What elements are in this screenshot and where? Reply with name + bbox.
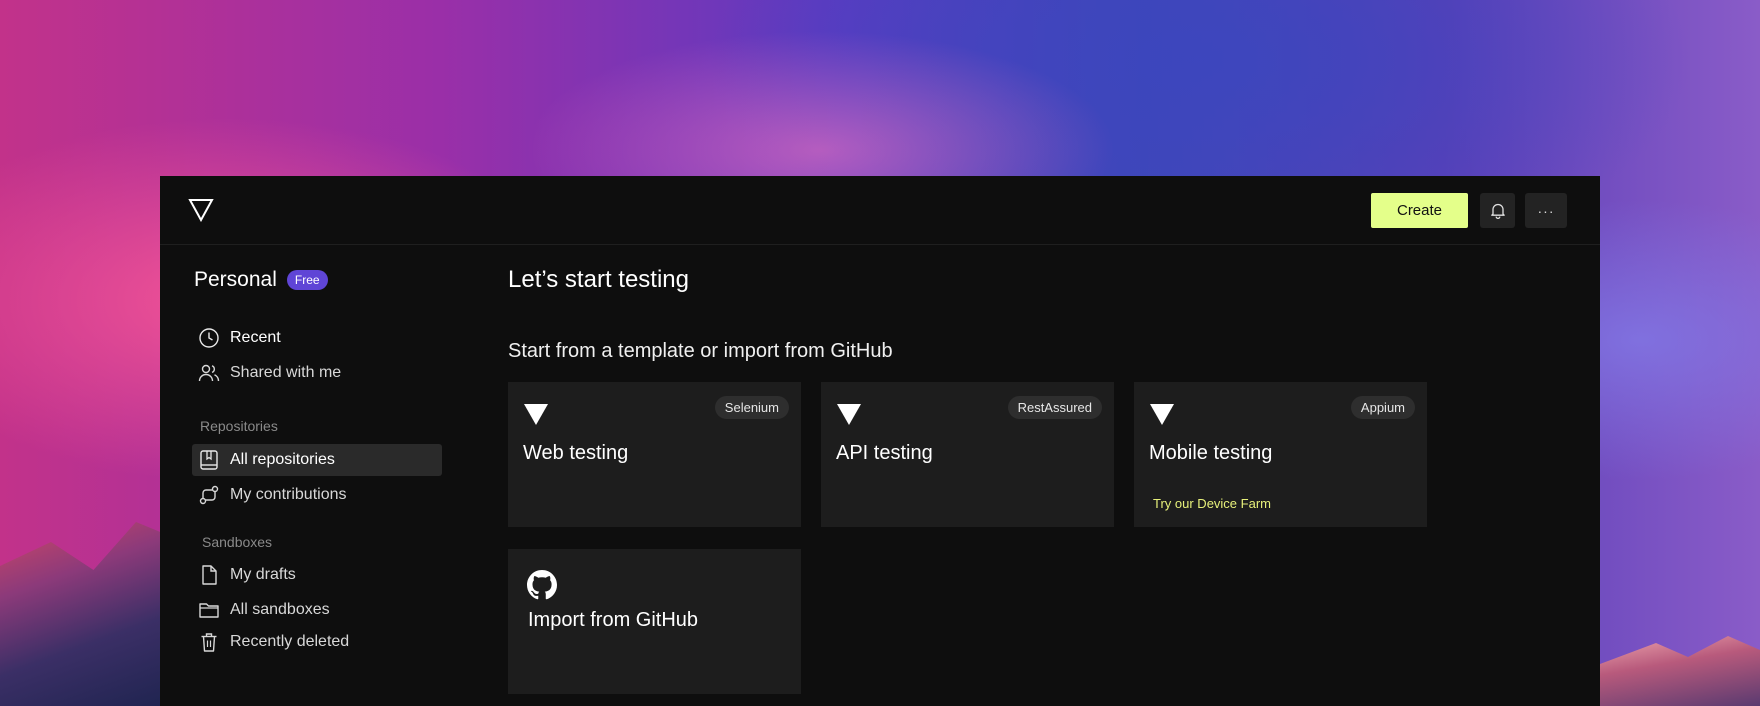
app-window: Create ··· Personal Free Recent Shared w… bbox=[160, 176, 1600, 706]
sidebar-item-recently-deleted[interactable]: Recently deleted bbox=[192, 626, 442, 658]
git-branch-icon bbox=[198, 484, 220, 506]
card-title: Web testing bbox=[523, 442, 629, 464]
sidebar-item-my-contributions[interactable]: My contributions bbox=[192, 479, 442, 511]
sidebar-item-label: All sandboxes bbox=[230, 601, 330, 618]
users-icon bbox=[198, 362, 220, 384]
file-icon bbox=[198, 564, 220, 586]
section-subtitle: Start from a template or import from Git… bbox=[508, 340, 893, 362]
triangle-logo-icon bbox=[524, 404, 548, 425]
wallpaper-mountain bbox=[1600, 636, 1760, 706]
section-label-sandboxes: Sandboxes bbox=[202, 534, 273, 550]
create-button[interactable]: Create bbox=[1371, 193, 1468, 228]
top-bar: Create ··· bbox=[160, 176, 1600, 245]
more-options-button[interactable]: ··· bbox=[1525, 193, 1567, 228]
triangle-logo-icon bbox=[837, 404, 861, 425]
framework-tag: Selenium bbox=[714, 396, 789, 419]
trash-icon bbox=[198, 631, 220, 653]
folder-icon bbox=[198, 599, 220, 621]
workspace-name: Personal bbox=[194, 268, 277, 291]
card-title: Mobile testing bbox=[1149, 442, 1273, 464]
sidebar-item-all-sandboxes[interactable]: All sandboxes bbox=[192, 594, 442, 626]
sidebar-item-label: All repositories bbox=[230, 451, 335, 468]
framework-tag: RestAssured bbox=[1007, 396, 1102, 419]
sidebar-item-label: Recently deleted bbox=[230, 633, 350, 650]
card-title: API testing bbox=[836, 442, 933, 464]
book-icon bbox=[198, 449, 220, 471]
sidebar-item-all-repositories[interactable]: All repositories bbox=[192, 444, 442, 476]
sidebar-item-label: My contributions bbox=[230, 486, 347, 503]
github-icon bbox=[527, 570, 557, 600]
template-card-mobile-testing[interactable]: Appium Mobile testing Try our Device Far… bbox=[1134, 382, 1427, 527]
notifications-button[interactable] bbox=[1480, 193, 1515, 228]
sidebar-item-shared[interactable]: Shared with me bbox=[192, 357, 442, 389]
device-farm-link[interactable]: Try our Device Farm bbox=[1153, 496, 1271, 511]
plan-badge: Free bbox=[286, 270, 328, 290]
section-label-repositories: Repositories bbox=[200, 418, 278, 434]
sidebar-item-label: My drafts bbox=[230, 566, 296, 583]
card-title: Import from GitHub bbox=[528, 609, 699, 631]
wallpaper-mountain bbox=[0, 522, 170, 706]
page-title: Let’s start testing bbox=[508, 266, 689, 293]
app-logo-icon[interactable] bbox=[188, 198, 214, 222]
bell-icon bbox=[1490, 203, 1505, 219]
template-card-api-testing[interactable]: RestAssured API testing bbox=[821, 382, 1114, 527]
sidebar-item-label: Shared with me bbox=[230, 364, 342, 381]
sidebar-item-my-drafts[interactable]: My drafts bbox=[192, 559, 442, 591]
sidebar-item-label: Recent bbox=[230, 329, 281, 346]
workspace-switcher[interactable]: Personal Free bbox=[194, 268, 328, 292]
triangle-logo-icon bbox=[1150, 404, 1174, 425]
import-github-card[interactable]: Import from GitHub bbox=[508, 549, 801, 694]
sidebar: Personal Free Recent Shared with me Repo… bbox=[160, 244, 450, 706]
template-card-web-testing[interactable]: Selenium Web testing bbox=[508, 382, 801, 527]
framework-tag: Appium bbox=[1350, 396, 1415, 419]
clock-icon bbox=[198, 327, 220, 349]
main-content: Let’s start testing Start from a templat… bbox=[508, 244, 1600, 706]
sidebar-item-recent[interactable]: Recent bbox=[192, 322, 442, 354]
